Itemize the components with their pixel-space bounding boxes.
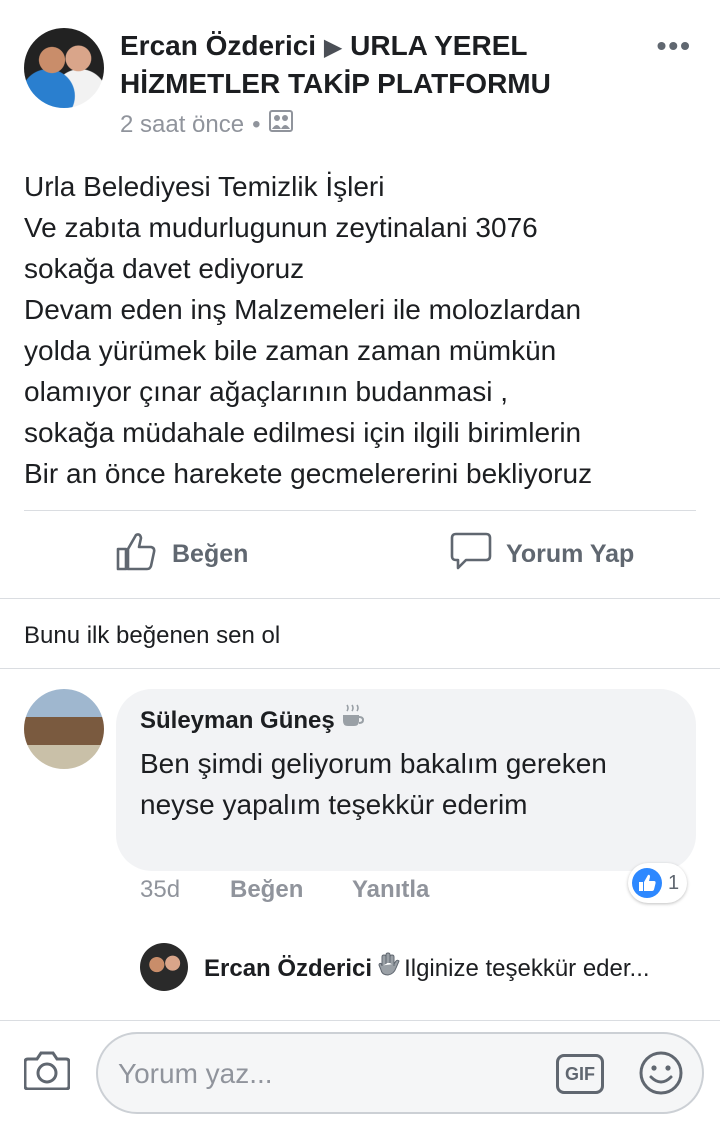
photo-icon [268,110,293,139]
comment-icon [450,531,492,578]
comment-time: 35d [140,876,181,903]
ellipsis-icon[interactable]: ••• [657,30,692,62]
comment-reply-button[interactable]: Yanıtla [352,876,429,904]
thumbs-up-icon [116,531,158,578]
smiley-icon[interactable] [638,1050,684,1101]
camera-icon[interactable] [23,1050,71,1095]
comment-placeholder: Yorum yaz... [118,1058,273,1089]
comment-button[interactable]: Yorum Yap [450,530,634,578]
divider [24,510,696,511]
reply-author[interactable]: Ercan Özderici [204,955,372,983]
like-label: Beğen [172,539,249,568]
author-avatar[interactable] [24,28,104,108]
post-header: Ercan Özderici ▶ URLA YEREL HİZMETLER TA… [0,0,720,150]
post-meta: 2 saat önce • [120,110,293,139]
like-reaction-icon [632,868,662,898]
comment-author-line: Süleyman Güneş [140,703,672,739]
reply-preview[interactable]: Ercan Özderici Ilginize teşekkür eder... [204,952,650,985]
divider [0,1020,720,1021]
reaction-count[interactable]: 1 [628,863,688,903]
post-time[interactable]: 2 saat önce [120,111,244,139]
comment-bubble: Süleyman Güneş Ben şimdi geliyorum bakal… [116,689,696,871]
comment-input[interactable]: Yorum yaz... GIF [96,1032,704,1114]
author-name[interactable]: Ercan Özderici [120,30,316,61]
divider [0,668,720,669]
first-like-text: Bunu ilk beğenen sen ol [24,622,281,649]
reaction-number: 1 [668,871,680,894]
comment-text: Ben şimdi geliyorum bakalım gereken neys… [140,748,607,820]
meta-separator: • [252,110,261,138]
like-button[interactable]: Beğen [116,530,248,578]
post-body: Urla Belediyesi Temizlik İşleri Ve zabıt… [24,171,593,489]
reply-text: Ilginize teşekkür eder... [404,954,650,982]
comment-author[interactable]: Süleyman Güneş [140,704,335,738]
comment-like-button[interactable]: Beğen [230,876,303,904]
waving-hand-icon [376,952,400,985]
post-title[interactable]: Ercan Özderici ▶ URLA YEREL HİZMETLER TA… [120,28,650,102]
commenter-avatar[interactable] [24,689,104,769]
arrow-icon: ▶ [323,34,343,61]
comment-label: Yorum Yap [506,539,635,568]
gif-icon[interactable]: GIF [556,1054,604,1094]
coffee-icon [339,703,365,739]
reply-avatar[interactable] [140,943,188,991]
divider [0,598,720,599]
comment-composer: Yorum yaz... GIF [0,1022,720,1124]
